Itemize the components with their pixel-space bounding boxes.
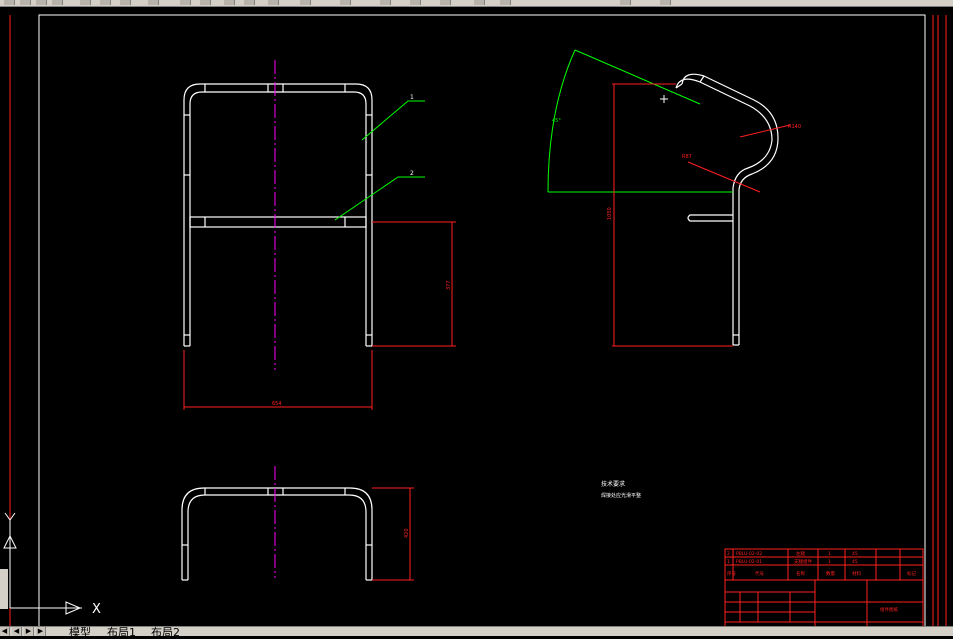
- top-view: [181, 487, 373, 581]
- tb-row1-mat: 45: [852, 551, 858, 557]
- zoom-icon[interactable]: [268, 0, 279, 5]
- drawing-svg[interactable]: 1 2 654 377 420 1050 R140 R87 45° 技术要求 焊…: [0, 7, 953, 628]
- tb-row1-qty: 1: [828, 551, 831, 557]
- help-icon[interactable]: [500, 0, 511, 5]
- tb-row2-code: PBLU-02-01: [736, 559, 762, 565]
- tb-row1-name: 左腿: [796, 550, 805, 557]
- tb-header-mat: 材料: [852, 570, 861, 577]
- print-icon[interactable]: [52, 0, 63, 5]
- tb-row2-qty: 1: [828, 559, 831, 565]
- callout-2: 2: [410, 170, 414, 177]
- pan-icon[interactable]: [244, 0, 255, 5]
- tb-header-code: 代号: [755, 570, 764, 577]
- layer-icon[interactable]: [620, 0, 631, 5]
- side-height-dim: 1050: [607, 207, 613, 220]
- cut-icon[interactable]: [100, 0, 111, 5]
- tb-row1-no: 2: [727, 551, 730, 557]
- zoom-previous-icon[interactable]: [340, 0, 351, 5]
- drawing-canvas[interactable]: 1 2 654 377 420 1050 R140 R87 45° 技术要求 焊…: [0, 7, 953, 628]
- tech-req-line: 焊接处应光滑平整: [601, 492, 641, 499]
- front-height-dim: 377: [446, 280, 452, 290]
- open-icon[interactable]: [20, 0, 31, 5]
- side-radius-large: R140: [788, 124, 801, 130]
- toolbar: [0, 0, 953, 7]
- front-width-dim: 654: [272, 401, 282, 407]
- paste-icon[interactable]: [148, 0, 159, 5]
- inner-frame: [38, 14, 926, 628]
- tb-row1-code: PBLU-02-02: [736, 551, 762, 557]
- tb-header-qty: 数量: [826, 570, 835, 577]
- title-block-text: 2 PBLU-02-02 左腿 1 45 1 PBLU-02-01 支腿组件 1…: [727, 550, 916, 613]
- tb-row2-name: 支腿组件: [794, 558, 812, 565]
- tb-drawing-name: 组件图纸: [880, 606, 898, 613]
- top-depth-dim: 420: [404, 528, 410, 538]
- side-guides: [547, 49, 733, 193]
- crosshair-cursor: [660, 95, 668, 103]
- side-angle: 45°: [552, 118, 561, 124]
- tb-row2-no: 1: [727, 559, 730, 565]
- tb-header-name: 名称: [796, 570, 805, 577]
- zoom-window-icon[interactable]: [300, 0, 311, 5]
- match-icon[interactable]: [180, 0, 191, 5]
- callout-leaders: [334, 100, 425, 221]
- tb-company: 标记: [907, 570, 916, 577]
- redo-icon[interactable]: [224, 0, 235, 5]
- ucs-icon: [3, 512, 82, 615]
- side-view: [675, 73, 779, 346]
- callout-1: 1: [410, 94, 414, 101]
- tech-req-title: 技术要求: [601, 480, 625, 488]
- calculator-icon[interactable]: [474, 0, 485, 5]
- layer-state-icon[interactable]: [660, 0, 671, 5]
- front-dimensions: [183, 221, 456, 410]
- tb-header-no: 序号: [727, 570, 736, 577]
- new-icon[interactable]: [4, 0, 15, 5]
- side-radius-small: R87: [682, 154, 692, 160]
- undo-icon[interactable]: [200, 0, 211, 5]
- toolpalette-icon[interactable]: [440, 0, 451, 5]
- designcenter-icon[interactable]: [410, 0, 421, 5]
- save-icon[interactable]: [36, 0, 47, 5]
- ucs-x-label: X: [92, 602, 101, 617]
- front-view: [183, 83, 373, 347]
- properties-icon[interactable]: [380, 0, 391, 5]
- tb-row2-mat: 45: [852, 559, 858, 565]
- copy-icon[interactable]: [120, 0, 131, 5]
- preview-icon[interactable]: [80, 0, 91, 5]
- side-palette[interactable]: [0, 569, 8, 609]
